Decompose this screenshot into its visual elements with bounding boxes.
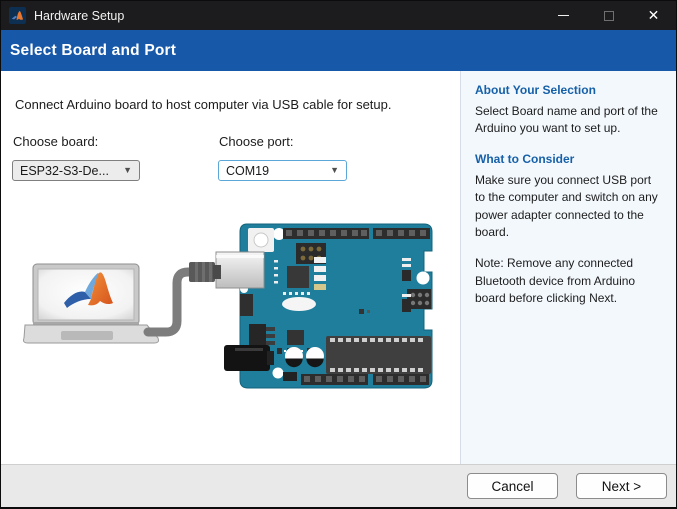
chevron-down-icon: ▼ (330, 165, 339, 175)
help-sidebar: About Your Selection Select Board name a… (460, 71, 676, 464)
instruction-text: Connect Arduino board to host computer v… (15, 97, 392, 112)
chevron-down-icon: ▼ (123, 165, 132, 175)
titlebar: Hardware Setup ✕ (1, 1, 676, 30)
maximize-icon (603, 10, 614, 21)
footer-bar: Cancel Next > (1, 464, 676, 507)
step-banner: Select Board and Port (1, 30, 676, 71)
port-dropdown-value: COM19 (226, 163, 270, 178)
close-icon: ✕ (647, 7, 660, 23)
page-title: Select Board and Port (10, 41, 177, 59)
usb-cable (143, 262, 221, 337)
maximize-button[interactable] (586, 1, 631, 30)
content-area: Connect Arduino board to host computer v… (1, 71, 676, 464)
minimize-icon (558, 15, 569, 16)
what-to-consider-heading: What to Consider (475, 151, 575, 166)
arduino-board (215, 223, 433, 389)
cancel-button[interactable]: Cancel (467, 473, 558, 499)
window-title: Hardware Setup (34, 8, 125, 23)
main-panel: Connect Arduino board to host computer v… (1, 71, 460, 464)
close-button[interactable]: ✕ (631, 1, 676, 30)
board-label: Choose board: (13, 134, 99, 149)
about-selection-body: Select Board name and port of the Arduin… (475, 104, 658, 136)
minimize-button[interactable] (541, 1, 586, 30)
note-body: Note: Remove any connected Bluetooth dev… (475, 256, 636, 306)
about-selection-heading: About Your Selection (475, 83, 596, 97)
next-button[interactable]: Next > (576, 473, 667, 499)
port-dropdown[interactable]: COM19 ▼ (218, 160, 347, 181)
board-dropdown[interactable]: ESP32-S3-De... ▼ (12, 160, 140, 181)
matlab-logo-icon (9, 7, 26, 24)
port-label: Choose port: (219, 134, 294, 149)
laptop-arduino-illustration (23, 223, 433, 389)
hardware-setup-window: Hardware Setup ✕ Select Board and Port C… (0, 0, 677, 509)
board-dropdown-value: ESP32-S3-De... (20, 163, 109, 178)
what-to-consider-body: Make sure you connect USB port to the co… (475, 172, 658, 239)
laptop (23, 263, 159, 344)
